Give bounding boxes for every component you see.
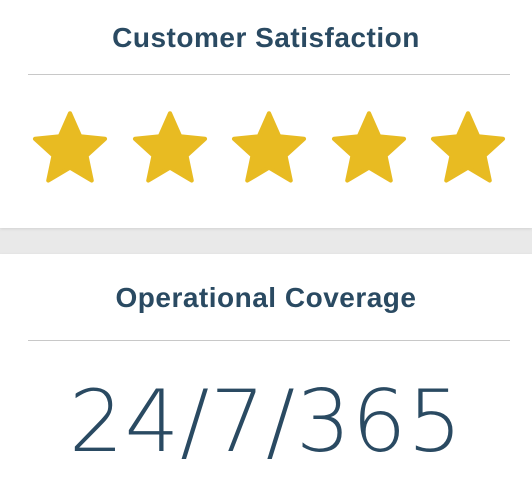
coverage-value: 24/7/365 (68, 372, 464, 472)
operational-coverage-title: Operational Coverage (115, 282, 417, 313)
star-icon (128, 107, 212, 191)
customer-satisfaction-card: Customer Satisfaction (0, 0, 532, 228)
divider (28, 340, 510, 341)
customer-satisfaction-title: Customer Satisfaction (112, 22, 420, 53)
star-icon (426, 107, 510, 191)
star-icon (327, 107, 411, 191)
divider (28, 74, 510, 75)
star-rating (28, 106, 510, 192)
operational-coverage-card: Operational Coverage 24/7/365 (0, 254, 532, 502)
star-icon (227, 107, 311, 191)
star-icon (28, 107, 112, 191)
